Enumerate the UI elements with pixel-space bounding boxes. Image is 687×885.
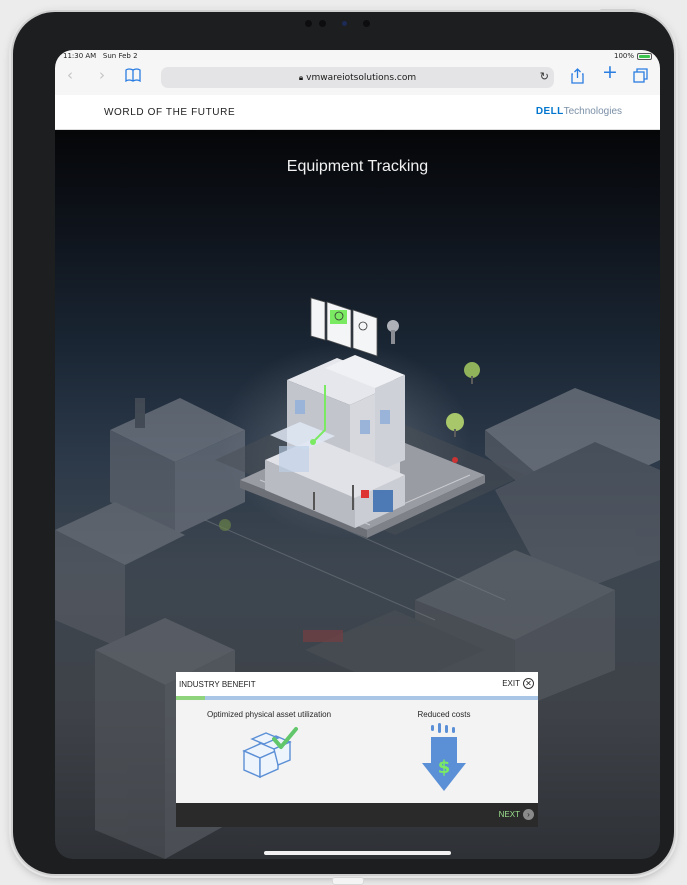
status-bar-left: 11:30 AM Sun Feb 2 [63,52,138,60]
sensor-dot [363,20,370,27]
boxes-check-icon [242,727,298,779]
bookmarks-icon[interactable] [125,68,141,85]
benefit-reduced-costs: Reduced costs $ [362,710,526,805]
url-bar[interactable]: 🔒︎ vmwareiotsolutions.com ↻ [161,67,554,88]
lock-icon: 🔒︎ [298,72,304,82]
status-time: 11:30 AM [63,52,97,60]
chevron-right-icon: › [523,809,534,820]
apple-pencil [332,877,364,885]
camera-bar [305,20,385,28]
battery-icon [637,52,652,60]
brand-light: Technologies [563,106,622,117]
benefit-label: Reduced costs [417,710,471,719]
exit-label: EXIT [502,679,520,688]
site-header: WORLD OF THE FUTURE DELLTechnologies [55,95,660,130]
hero-title: Equipment Tracking [286,158,429,175]
battery-percent: 100% [613,52,634,60]
site-title[interactable]: WORLD OF THE FUTURE [104,107,235,118]
top-button [600,9,636,12]
safari-chrome: 11:30 AM Sun Feb 2 100% ‹ › 🔒︎ vmwareiot… [55,50,660,95]
status-date: Sun Feb 2 [102,52,138,60]
exit-button[interactable]: EXIT ✕ [502,678,534,689]
forward-icon[interactable]: › [99,68,105,83]
sensor-dot [305,20,312,27]
brand-bold: DELL [535,106,564,117]
new-tab-icon[interactable]: + [602,63,618,82]
sensor-dot [319,20,326,27]
tabs-icon[interactable] [633,68,648,86]
dell-technologies-logo[interactable]: DELLTechnologies [536,106,622,117]
reload-icon[interactable]: ↻ [540,70,549,83]
progress-bar [176,696,538,700]
next-button[interactable]: NEXT › [499,809,534,820]
close-circle-icon: ✕ [523,678,534,689]
dollar-down-arrow-icon: $ [422,723,466,791]
share-icon[interactable] [571,68,584,87]
hero-scene: Equipment Tracking INDUSTRY BENEFIT EXIT… [55,130,660,859]
camera-lens [342,21,347,26]
panel-footer: NEXT › [176,803,538,827]
panel-header: INDUSTRY BENEFIT EXIT ✕ [176,672,538,696]
screen: 11:30 AM Sun Feb 2 100% ‹ › 🔒︎ vmwareiot… [55,50,660,859]
home-indicator[interactable] [264,851,451,855]
benefit-label: Optimized physical asset utilization [206,710,332,719]
panel-label: INDUSTRY BENEFIT [179,680,256,689]
progress-fill [176,696,205,700]
ipad-frame: 11:30 AM Sun Feb 2 100% ‹ › 🔒︎ vmwareiot… [13,12,674,874]
next-label: NEXT [498,810,520,819]
svg-text:$: $ [438,757,451,778]
benefit-asset-utilization: Optimized physical asset utilization [176,710,362,783]
industry-benefit-panel: INDUSTRY BENEFIT EXIT ✕ Optimized physic… [176,672,538,827]
back-icon[interactable]: ‹ [67,68,73,83]
url-text: vmwareiotsolutions.com [306,72,417,83]
status-bar-right: 100% [614,52,652,60]
